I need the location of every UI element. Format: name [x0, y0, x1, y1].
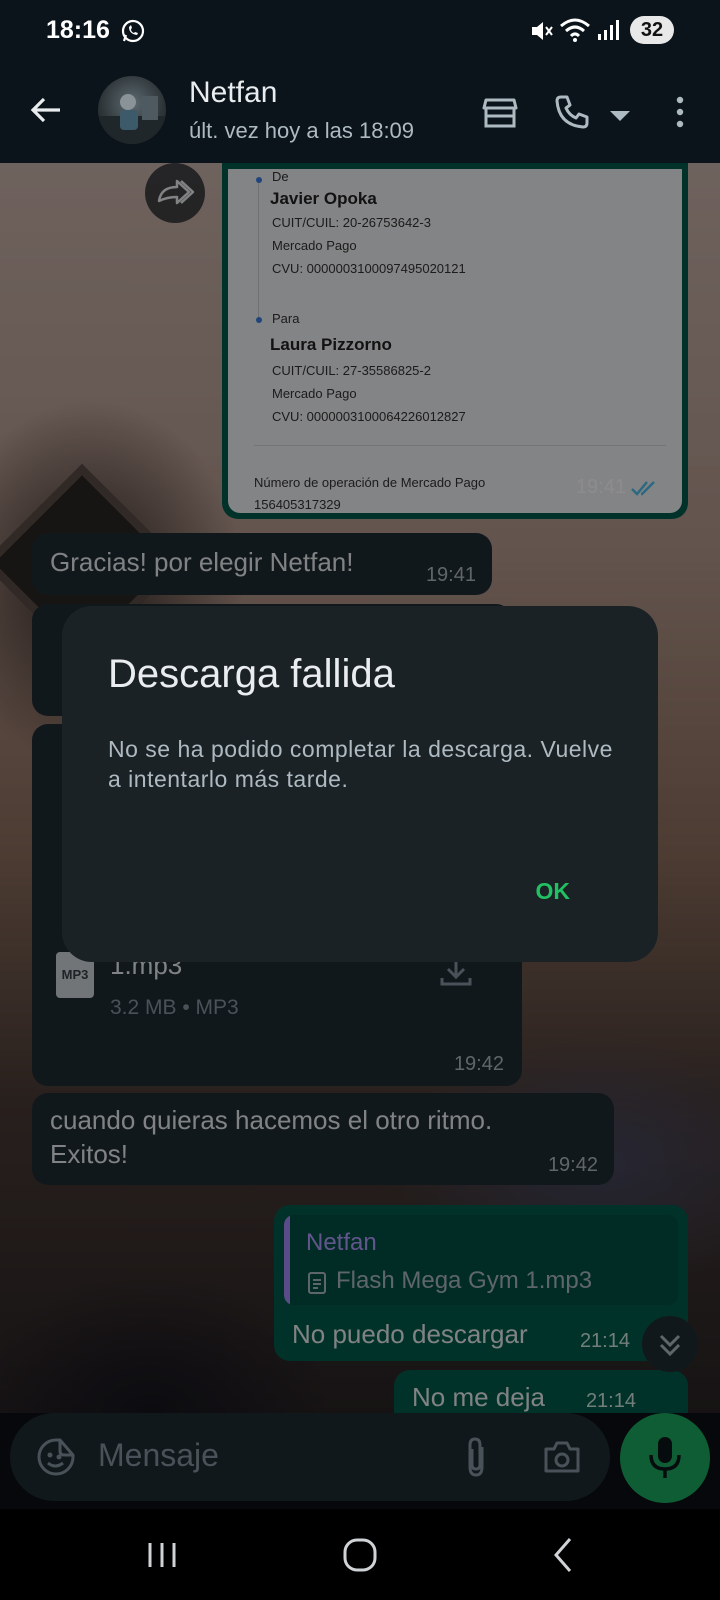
chat-header: Netfan últ. vez hoy a las 18:09: [0, 62, 720, 163]
dialog-message: No se ha podido completar la descarga. V…: [108, 736, 613, 792]
screen: De Javier Opoka CUIT/CUIL: 20-26753642-3…: [0, 0, 720, 1600]
contact-last-seen: últ. vez hoy a las 18:09: [189, 118, 415, 143]
dialog-ok-button[interactable]: OK: [536, 878, 571, 905]
wifi-icon: [560, 18, 590, 42]
download-failed-dialog: Descarga fallida No se ha podido complet…: [62, 606, 658, 962]
back-arrow-icon[interactable]: [26, 90, 66, 130]
recent-apps-icon[interactable]: [138, 1531, 186, 1579]
contact-avatar[interactable]: [98, 76, 166, 144]
chevron-down-icon[interactable]: [600, 96, 640, 136]
mute-icon: [532, 22, 553, 40]
battery-indicator: 32: [630, 16, 674, 44]
back-nav-icon[interactable]: [540, 1531, 588, 1579]
contact-name[interactable]: Netfan: [189, 76, 277, 110]
home-icon[interactable]: [336, 1531, 384, 1579]
store-icon[interactable]: [480, 92, 520, 132]
status-time: 18:16: [46, 16, 110, 44]
dialog-title: Descarga fallida: [108, 652, 395, 696]
status-bar: 18:16 32: [0, 0, 720, 62]
whatsapp-notification-icon: [121, 19, 145, 43]
system-navigation-bar: [0, 1509, 720, 1600]
phone-icon[interactable]: [552, 92, 592, 132]
avatar-photo: [98, 94, 166, 144]
signal-icon: [598, 20, 619, 40]
more-options-icon[interactable]: [660, 92, 700, 132]
